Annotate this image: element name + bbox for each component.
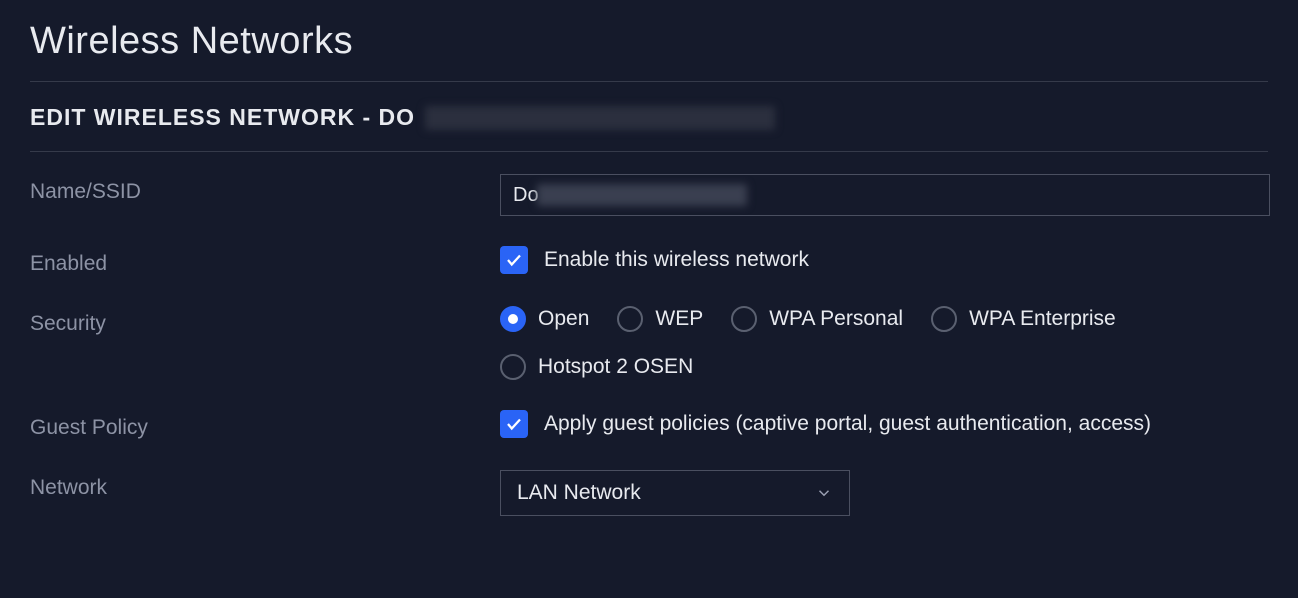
check-icon: [505, 415, 523, 433]
security-radio-hotspot2-osen[interactable]: Hotspot 2 OSEN: [500, 354, 750, 380]
radio-label: Open: [538, 307, 589, 331]
section-title-redacted: [425, 106, 775, 130]
security-radio-group: Open WEP WPA Personal WPA Enterprise Hot…: [500, 306, 1270, 380]
radio-icon: [500, 354, 526, 380]
name-ssid-value-redacted: [537, 184, 747, 206]
enabled-row: Enable this wireless network: [500, 246, 1270, 274]
guest-policy-row: Apply guest policies (captive portal, gu…: [500, 410, 1270, 438]
radio-icon: [931, 306, 957, 332]
security-radio-wpa-personal[interactable]: WPA Personal: [731, 306, 903, 332]
radio-icon: [617, 306, 643, 332]
enable-network-checkbox-label: Enable this wireless network: [544, 248, 809, 272]
section-title-prefix: EDIT WIRELESS NETWORK - DO: [30, 104, 415, 131]
radio-label: WPA Personal: [769, 307, 903, 331]
security-radio-wpa-enterprise[interactable]: WPA Enterprise: [931, 306, 1116, 332]
name-ssid-label: Name/SSID: [30, 174, 500, 204]
enable-network-checkbox[interactable]: [500, 246, 528, 274]
check-icon: [505, 251, 523, 269]
network-select[interactable]: LAN Network: [500, 470, 850, 516]
divider: [30, 151, 1268, 152]
radio-label: WEP: [655, 307, 703, 331]
radio-icon: [500, 306, 526, 332]
guest-policy-checkbox-label: Apply guest policies (captive portal, gu…: [544, 412, 1151, 436]
enabled-label: Enabled: [30, 246, 500, 276]
network-select-value: LAN Network: [517, 481, 641, 505]
radio-label: Hotspot 2 OSEN: [538, 355, 693, 379]
divider: [30, 81, 1268, 82]
wireless-network-form: Name/SSID Do Enabled Enable this wireles…: [30, 174, 1268, 516]
page-title: Wireless Networks: [30, 20, 1268, 63]
section-title: EDIT WIRELESS NETWORK - DO: [30, 104, 1268, 131]
name-ssid-input[interactable]: Do: [500, 174, 1270, 216]
guest-policy-label: Guest Policy: [30, 410, 500, 440]
security-radio-wep[interactable]: WEP: [617, 306, 703, 332]
network-label: Network: [30, 470, 500, 500]
chevron-down-icon: [815, 484, 833, 502]
guest-policy-checkbox[interactable]: [500, 410, 528, 438]
radio-label: WPA Enterprise: [969, 307, 1116, 331]
security-radio-open[interactable]: Open: [500, 306, 589, 332]
security-label: Security: [30, 306, 500, 336]
name-ssid-value-prefix: Do: [513, 184, 539, 207]
radio-icon: [731, 306, 757, 332]
